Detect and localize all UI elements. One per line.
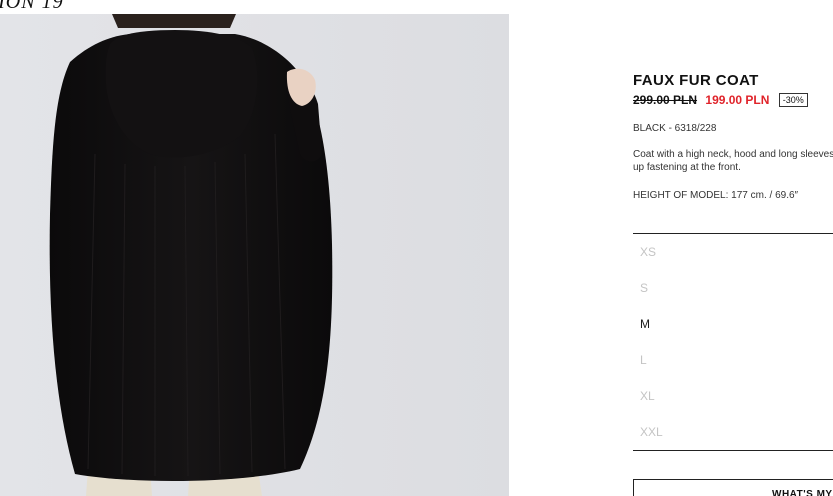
whats-my-size-button[interactable]: WHAT'S MY SIZE bbox=[633, 479, 833, 496]
size-option-xxl[interactable]: XXL bbox=[633, 414, 833, 450]
size-option-m[interactable]: M bbox=[633, 306, 833, 342]
collection-title: TION 19 bbox=[0, 0, 64, 13]
product-description: Coat with a high neck, hood and long sle… bbox=[633, 149, 833, 173]
product-page: TION 19 bbox=[0, 0, 833, 496]
size-option-s[interactable]: S bbox=[633, 270, 833, 306]
size-selector: XS S M L XL XXL bbox=[633, 233, 833, 451]
color-reference: BLACK - 6318/228 bbox=[633, 123, 717, 134]
size-option-xs[interactable]: XS bbox=[633, 234, 833, 270]
product-name: FAUX FUR COAT bbox=[633, 72, 759, 89]
coat-image bbox=[0, 14, 509, 496]
price-row: 299.00 PLN 199.00 PLN -30% bbox=[633, 93, 808, 107]
model-height: HEIGHT OF MODEL: 177 cm. / 69.6″ bbox=[633, 190, 799, 201]
size-option-xl[interactable]: XL bbox=[633, 378, 833, 414]
size-option-l[interactable]: L bbox=[633, 342, 833, 378]
discount-badge: -30% bbox=[778, 93, 808, 107]
old-price: 299.00 PLN bbox=[633, 93, 698, 107]
product-photo[interactable] bbox=[0, 14, 509, 496]
sale-price: 199.00 PLN bbox=[705, 93, 770, 107]
product-info-panel: FAUX FUR COAT 299.00 PLN 199.00 PLN -30%… bbox=[633, 0, 833, 496]
